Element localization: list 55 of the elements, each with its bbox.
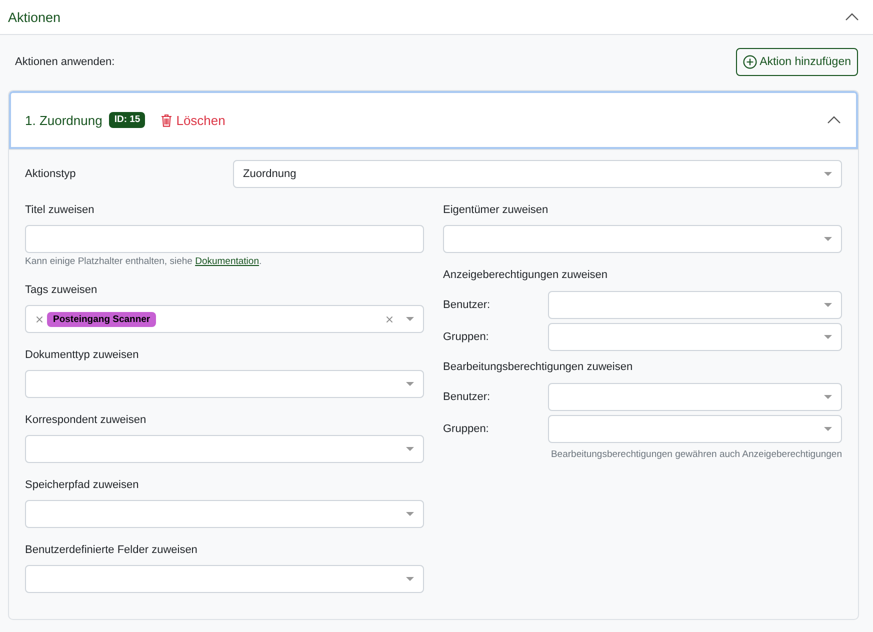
action-title: 1. Zuordnung	[25, 112, 102, 128]
tag: Posteingang Scanner	[47, 312, 156, 326]
select-field[interactable]: Zuordnung	[233, 160, 842, 188]
field-label: Bearbeitungsberechtigungen zuweisen	[443, 360, 634, 375]
caret-icon	[406, 512, 414, 516]
field-label: Benutzerdefinierte Felder zuweisen	[25, 543, 198, 558]
field-label: Titel zuweisen	[25, 203, 96, 218]
tags-field[interactable]: Posteingang Scanner	[25, 305, 424, 333]
hint-text: Kann einige Platzhalter enthalten, siehe Dokumentation.	[25, 256, 263, 268]
caret-icon	[824, 172, 832, 176]
caret-icon	[406, 317, 414, 321]
add-action-button[interactable]: Aktion hinzufügen	[736, 48, 858, 76]
documentation-link[interactable]: Dokumentation	[195, 256, 259, 267]
section-header[interactable]: Aktionen	[0, 0, 873, 35]
select-field[interactable]	[25, 370, 424, 398]
select-field[interactable]	[25, 565, 424, 593]
field-label: Tags zuweisen	[25, 283, 98, 298]
delete-button[interactable]: Löschen	[161, 112, 226, 128]
select-field[interactable]	[548, 415, 842, 443]
field-label: Gruppen:	[443, 330, 490, 344]
hint-text: Bearbeitungsberechtigungen gewähren auch Anzeigeberechtigungen	[550, 449, 842, 461]
plus-circle-icon	[742, 55, 757, 69]
caret-icon	[824, 335, 832, 339]
caret-icon	[824, 395, 832, 399]
select-field[interactable]	[548, 383, 842, 411]
caret-icon	[406, 577, 414, 581]
field-label: Benutzer:	[443, 390, 492, 404]
select-field[interactable]	[548, 291, 842, 319]
caret-icon	[824, 303, 832, 307]
field-label: Speicherpfad zuweisen	[25, 478, 140, 493]
select-field[interactable]	[443, 225, 842, 253]
field-label: Gruppen:	[443, 422, 490, 436]
field-label: Korrespondent zuweisen	[25, 413, 148, 428]
field-label: Eigentümer zuweisen	[443, 203, 550, 218]
field-label: Anzeigeberechtigungen zuweisen	[443, 268, 609, 283]
select-field[interactable]	[25, 500, 424, 528]
apply-actions-label: Aktionen anwenden:	[15, 56, 115, 68]
select-field[interactable]	[548, 323, 842, 351]
section-title: Aktionen	[8, 10, 61, 24]
field-label: Benutzer:	[443, 298, 492, 312]
chevron-up-icon[interactable]	[827, 116, 841, 124]
chevron-up-icon[interactable]	[845, 13, 859, 21]
id-badge: ID: 15	[109, 112, 146, 128]
caret-icon	[406, 447, 414, 451]
remove-icon[interactable]	[36, 316, 43, 322]
field-label: Dokumenttyp zuweisen	[25, 348, 140, 363]
field-label: Aktionstyp	[25, 166, 77, 182]
caret-icon	[406, 382, 414, 386]
trash-icon	[161, 114, 172, 126]
card-header[interactable]: 1. Zuordnung ID: 15 Löschen	[9, 91, 858, 150]
text-input[interactable]	[25, 225, 424, 253]
caret-icon	[824, 237, 832, 241]
caret-icon	[824, 427, 832, 431]
select-field[interactable]	[25, 435, 424, 463]
clear-icon[interactable]	[386, 316, 393, 322]
